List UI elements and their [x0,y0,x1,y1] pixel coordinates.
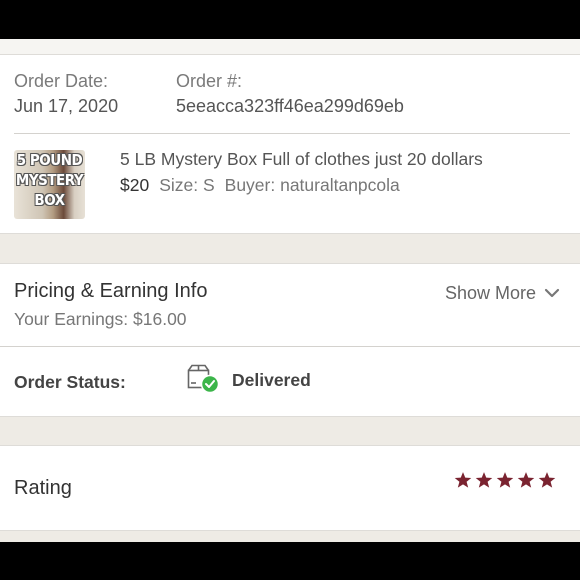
order-number-value: 5eeacca323ff46ea299d69eb [176,96,404,116]
package-delivered-icon [187,364,220,394]
order-details-screen: Order Date: Jun 17, 2020 Order #: 5eeacc… [0,39,580,542]
item-title[interactable]: 5 LB Mystery Box Full of clothes just 20… [120,149,483,170]
item-buyer[interactable]: Buyer: naturaltanpcola [225,175,400,195]
order-date-label: Order Date: [14,71,109,91]
star-icon [475,472,493,488]
order-date-value: Jun 17, 2020 [14,96,119,116]
bottom-separator [0,530,580,542]
order-item[interactable]: 5 POUND MYSTERY BOX 5 LB Mystery Box Ful… [0,134,580,233]
thumbnail-text-line: BOX [34,191,65,209]
order-number-label: Order #: [176,71,243,91]
star-icon [517,472,535,488]
rating-section: Rating [0,446,580,530]
pricing-section[interactable]: Pricing & Earning Info Your Earnings: $1… [0,264,580,346]
pricing-title: Pricing & Earning Info [14,280,208,302]
star-rating [454,471,556,491]
thumbnail-text-line: MYSTERY [15,171,84,189]
star-icon [538,472,556,488]
thumbnail-text-line: 5 POUND [16,151,83,169]
item-details: $20 Size: S Buyer: naturaltanpcola [120,175,400,196]
rating-label: Rating [14,477,72,499]
item-size: Size: S [159,175,215,195]
order-status-label: Order Status: [14,372,126,392]
order-status-value: Delivered [232,370,311,390]
item-price: $20 [120,175,150,195]
order-meta: Order Date: Jun 17, 2020 Order #: 5eeacc… [0,56,580,134]
item-thumbnail[interactable]: 5 POUND MYSTERY BOX [14,150,85,219]
star-icon [496,472,514,488]
order-status-row: Order Status: Delivered [0,347,580,416]
section-separator [0,233,580,264]
top-spacer [0,39,580,55]
star-icon [454,472,472,488]
section-separator [0,416,580,446]
chevron-down-icon[interactable] [544,287,560,299]
show-more-button[interactable]: Show More [445,283,536,304]
your-earnings: Your Earnings: $16.00 [14,309,187,329]
